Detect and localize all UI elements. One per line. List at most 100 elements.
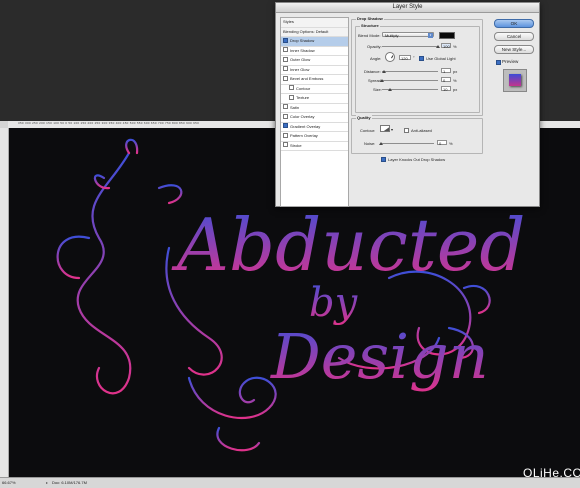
style-item-label: Inner Shadow [290, 47, 315, 53]
cancel-button[interactable]: Cancel [494, 32, 534, 41]
noise-field[interactable]: 0 [437, 140, 447, 146]
dialog-title: Layer Style [392, 4, 423, 10]
style-item-label: Gradient Overlay [290, 123, 321, 129]
size-field[interactable]: 10 [441, 86, 451, 92]
quality-group: Quality Contour: ▾ Anti-aliased Noise: 0… [351, 115, 483, 154]
style-item-label: Blending Options: Default [283, 28, 329, 34]
style-item-label: Satin [290, 104, 300, 110]
style-item-label: Texture [296, 95, 310, 100]
opacity-label: Opacity: [367, 44, 382, 49]
distance-slider-thumb[interactable] [382, 70, 386, 73]
spread-field[interactable]: 0 [441, 77, 451, 83]
spread-slider-thumb[interactable] [380, 79, 384, 82]
style-item-checkbox[interactable] [289, 94, 294, 100]
blend-mode-select[interactable]: Multiply ▾ [382, 32, 434, 38]
style-item[interactable]: Inner Shadow [281, 47, 348, 56]
spread-unit: % [453, 78, 457, 83]
vertical-ruler[interactable] [0, 128, 9, 477]
zoom-level[interactable]: 66.67% [2, 480, 16, 485]
style-item[interactable]: Color Overlay [281, 113, 348, 123]
ok-button[interactable]: OK [494, 19, 534, 28]
opacity-field[interactable]: 100 [441, 43, 451, 49]
preview-label[interactable]: Preview [502, 59, 518, 64]
style-item[interactable]: Inner Glow [281, 66, 348, 75]
ruler-corner [0, 121, 8, 128]
style-item[interactable]: Drop Shadow [281, 37, 348, 47]
style-item-checkbox[interactable] [283, 37, 288, 43]
style-item[interactable]: Pattern Overlay [281, 132, 348, 142]
status-bar: 66.67% ▸ Doc: 6.10M/176.7M [0, 477, 580, 488]
opacity-slider-thumb[interactable] [436, 45, 440, 48]
style-item-checkbox[interactable] [283, 113, 288, 119]
antialiased-checkbox[interactable]: Anti-aliased [404, 127, 432, 133]
size-slider-thumb[interactable] [388, 88, 392, 91]
style-item-checkbox[interactable] [283, 66, 288, 72]
style-item-checkbox[interactable] [283, 123, 288, 129]
shadow-color-swatch[interactable] [439, 32, 455, 39]
style-item[interactable]: Stroke [281, 142, 348, 151]
style-item-label: Bevel and Emboss [290, 76, 324, 81]
contour-dropdown-icon[interactable]: ▾ [391, 127, 393, 132]
style-item-checkbox[interactable] [289, 85, 294, 91]
angle-unit: ° [413, 55, 415, 60]
watermark: OLiHe.COM [523, 466, 580, 480]
distance-field[interactable]: 1 [441, 68, 451, 74]
style-item-label: Contour [296, 85, 311, 91]
style-item-label: Stroke [290, 142, 302, 148]
style-item-label: Inner Glow [290, 66, 310, 72]
style-item[interactable]: Gradient Overlay [281, 123, 348, 132]
size-label: Size: [373, 87, 382, 92]
quality-title: Quality [356, 115, 372, 120]
blend-mode-value: Multiply [385, 33, 399, 38]
style-item-label: Pattern Overlay [290, 133, 318, 138]
style-item-label: Styles [283, 19, 294, 24]
style-item[interactable]: Blending Options: Default [281, 27, 348, 37]
opacity-slider[interactable] [382, 45, 440, 48]
style-item-checkbox[interactable] [283, 104, 288, 110]
style-item-checkbox[interactable] [283, 47, 288, 53]
global-light-checkbox-box[interactable] [419, 55, 424, 61]
contour-picker[interactable] [380, 125, 390, 132]
preview-checkbox[interactable] [496, 60, 501, 65]
angle-dial-indicator [391, 55, 394, 59]
distance-label: Distance: [364, 69, 381, 74]
style-item[interactable]: Styles [281, 18, 348, 28]
global-light-checkbox[interactable]: Use Global Light [419, 55, 456, 61]
drop-shadow-panel: Drop Shadow Structure Blend Mode: Multip… [351, 16, 483, 203]
style-item[interactable]: Bevel and Emboss [281, 75, 348, 85]
opacity-unit: % [453, 44, 457, 49]
style-item[interactable]: Satin [281, 104, 348, 113]
noise-slider-thumb[interactable] [379, 142, 383, 145]
style-item-checkbox[interactable] [283, 132, 288, 138]
style-item[interactable]: Contour [281, 85, 348, 94]
ruler-ticks: 350 300 250 200 150 100 50 0 50 100 150 … [18, 121, 200, 125]
new-style-button[interactable]: New Style... [494, 45, 534, 54]
artwork-line-1: Abducted [171, 203, 526, 287]
global-light-label: Use Global Light [426, 56, 456, 61]
style-item[interactable]: Texture [281, 94, 348, 104]
contour-curve-icon [383, 127, 389, 131]
angle-dial[interactable] [385, 52, 395, 62]
angle-field[interactable]: 120 [399, 55, 411, 61]
style-item-checkbox[interactable] [283, 142, 288, 148]
status-arrow-icon[interactable]: ▸ [46, 480, 48, 485]
antialiased-label: Anti-aliased [411, 128, 432, 133]
antialiased-checkbox-box[interactable] [404, 127, 409, 133]
style-item-checkbox[interactable] [283, 75, 288, 81]
knockout-checkbox-box[interactable] [381, 156, 386, 162]
style-item[interactable]: Outer Glow [281, 56, 348, 66]
chevron-down-icon: ▾ [428, 33, 433, 38]
size-slider[interactable] [382, 88, 438, 91]
spread-slider[interactable] [380, 79, 438, 82]
document-size: Doc: 6.10M/176.7M [52, 480, 87, 485]
distance-slider[interactable] [382, 70, 438, 73]
dialog-titlebar[interactable]: Layer Style [276, 3, 539, 13]
noise-slider[interactable] [379, 142, 434, 145]
style-item-checkbox[interactable] [283, 56, 288, 62]
style-preview-swatch [509, 74, 521, 86]
drop-shadow-group: Drop Shadow Structure Blend Mode: Multip… [351, 16, 483, 116]
style-item-label: Drop Shadow [290, 38, 315, 43]
noise-label: Noise: [364, 141, 376, 146]
knockout-checkbox[interactable]: Layer Knocks Out Drop Shadow [381, 156, 445, 162]
style-preview-box [503, 69, 527, 92]
